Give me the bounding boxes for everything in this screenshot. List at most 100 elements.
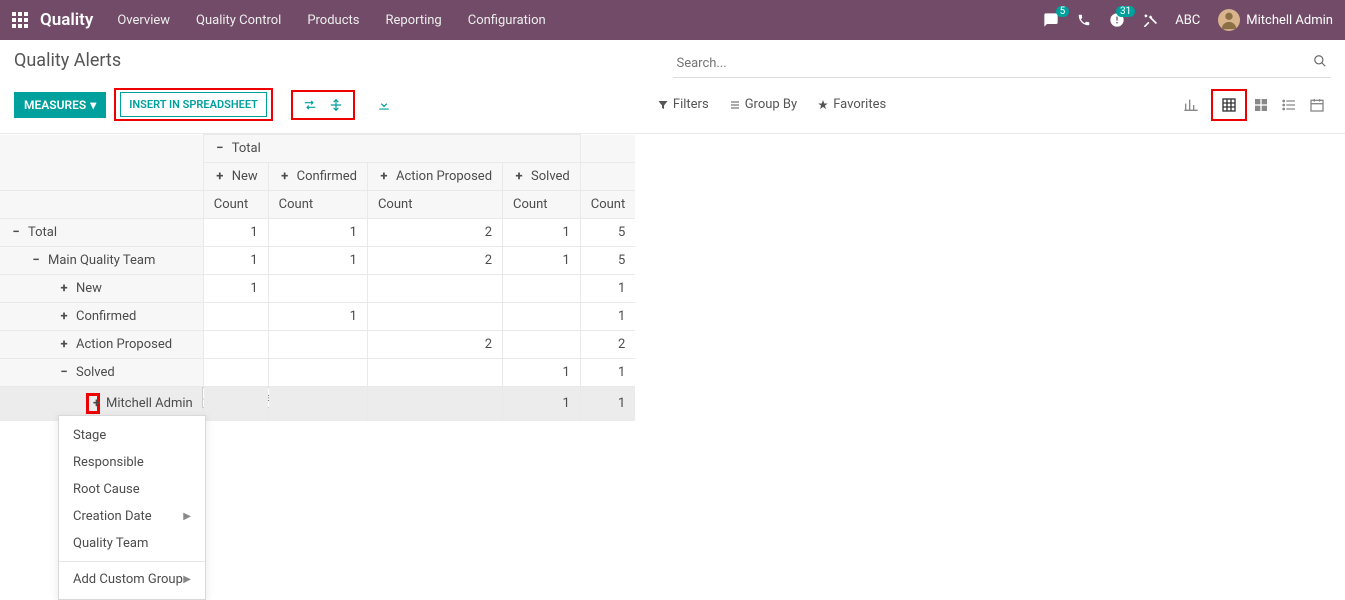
header: Quality Alerts	[0, 40, 1345, 78]
view-graph[interactable]	[1177, 93, 1205, 117]
cell: 2	[580, 331, 635, 359]
row-header[interactable]: +Action Proposed	[0, 331, 203, 359]
cell: 1	[203, 219, 268, 247]
cell	[203, 303, 268, 331]
col-header-confirmed[interactable]: +Confirmed	[268, 163, 367, 191]
cell	[268, 331, 367, 359]
cell: 1	[503, 247, 581, 275]
cell	[268, 387, 367, 421]
dropdown-item[interactable]: Creation Date▶	[59, 503, 205, 530]
nav-reporting[interactable]: Reporting	[386, 13, 442, 28]
insert-spreadsheet-button[interactable]: INSERT IN SPREADSHEET	[120, 92, 267, 117]
table-row: −Solved11	[0, 359, 635, 387]
col-header-total[interactable]: −Total	[203, 135, 580, 163]
toolbar: MEASURES ▾ INSERT IN SPREADSHEET Filters…	[0, 78, 1345, 134]
company-selector[interactable]: ABC	[1175, 13, 1200, 28]
cell: 1	[503, 387, 581, 421]
count-header: Count	[503, 191, 581, 219]
phone-icon[interactable]	[1077, 13, 1091, 27]
count-header: Count	[268, 191, 367, 219]
count-header: Count	[203, 191, 268, 219]
cell: 2	[367, 331, 502, 359]
cell: 5	[580, 247, 635, 275]
cell: 5	[580, 219, 635, 247]
toggle-icon[interactable]: +	[58, 337, 70, 352]
row-header[interactable]: −Main Quality Team	[0, 247, 203, 275]
view-pivot[interactable]	[1215, 93, 1243, 117]
cell	[203, 331, 268, 359]
search-input[interactable]	[673, 50, 1332, 78]
filters-button[interactable]: Filters	[657, 97, 709, 112]
toggle-icon[interactable]: −	[10, 225, 22, 240]
toggle-icon[interactable]: +	[58, 309, 70, 324]
table-row: −Main Quality Team11215	[0, 247, 635, 275]
row-header[interactable]: −Solved	[0, 359, 203, 387]
search-icon[interactable]	[1313, 54, 1327, 68]
table-row: −Total11215	[0, 219, 635, 247]
brand[interactable]: Quality	[40, 10, 93, 30]
top-nav: Quality Overview Quality Control Product…	[0, 0, 1345, 40]
activities-icon[interactable]: 31	[1109, 12, 1125, 28]
cell: 1	[580, 359, 635, 387]
expand-all-button[interactable]	[323, 94, 349, 116]
cell: 1	[268, 219, 367, 247]
cell	[203, 387, 268, 421]
cell	[367, 275, 502, 303]
row-label: Solved	[76, 365, 115, 380]
row-label: Mitchell Admin	[106, 396, 193, 411]
col-header-action-proposed[interactable]: +Action Proposed	[367, 163, 502, 191]
count-header: Count	[580, 191, 635, 219]
nav-configuration[interactable]: Configuration	[468, 13, 546, 28]
chevron-down-icon: ▾	[90, 98, 96, 112]
row-header[interactable]: +Mitchell AdminResponsibleStageResponsib…	[0, 387, 203, 421]
cell	[503, 275, 581, 303]
dropdown-item[interactable]: Quality Team	[59, 530, 205, 557]
cell	[268, 359, 367, 387]
main: −Total +New +Confirmed +Action Proposed …	[0, 134, 1345, 421]
dropdown-item[interactable]: Stage	[59, 422, 205, 449]
favorites-button[interactable]: Favorites	[817, 97, 886, 112]
dropdown-item[interactable]: Responsible	[59, 449, 205, 476]
nav-overview[interactable]: Overview	[117, 13, 170, 28]
group-by-button[interactable]: Group By	[729, 97, 798, 112]
view-list[interactable]	[1275, 93, 1303, 117]
toggle-icon[interactable]: +	[86, 393, 100, 414]
row-label: Confirmed	[76, 309, 136, 324]
row-header[interactable]: −Total	[0, 219, 203, 247]
user-name: Mitchell Admin	[1246, 13, 1333, 28]
col-header-new[interactable]: +New	[203, 163, 268, 191]
chevron-right-icon: ▶	[183, 574, 191, 585]
toggle-icon[interactable]: −	[30, 253, 42, 268]
cell: 2	[367, 219, 502, 247]
nav-products[interactable]: Products	[307, 13, 359, 28]
row-label: New	[76, 281, 102, 296]
dropdown-item[interactable]: Root Cause	[59, 476, 205, 503]
row-label: Main Quality Team	[48, 253, 155, 268]
cell: 1	[580, 275, 635, 303]
cell: 1	[268, 247, 367, 275]
apps-icon[interactable]	[12, 12, 28, 28]
group-dropdown: StageResponsibleRoot CauseCreation Date▶…	[58, 415, 206, 600]
measures-button[interactable]: MEASURES ▾	[14, 92, 106, 118]
flip-axis-button[interactable]	[297, 94, 323, 116]
view-calendar[interactable]	[1303, 93, 1331, 117]
user-menu[interactable]: Mitchell Admin	[1218, 9, 1333, 31]
col-header-solved[interactable]: +Solved	[503, 163, 581, 191]
toggle-icon[interactable]: +	[58, 281, 70, 296]
table-row: +Action Proposed 2 2	[0, 331, 635, 359]
messages-badge: 5	[1056, 6, 1070, 17]
download-button[interactable]	[371, 94, 397, 116]
view-kanban[interactable]	[1247, 93, 1275, 117]
cell	[503, 331, 581, 359]
cell: 1	[268, 303, 367, 331]
cell: 1	[580, 387, 635, 421]
row-header[interactable]: + New	[0, 275, 203, 303]
row-header[interactable]: + Confirmed	[0, 303, 203, 331]
nav-quality-control[interactable]: Quality Control	[196, 13, 281, 28]
tools-icon[interactable]	[1143, 13, 1157, 27]
toggle-icon[interactable]: −	[58, 365, 70, 380]
cell: 1	[503, 219, 581, 247]
add-custom-group[interactable]: Add Custom Group▶	[59, 566, 205, 593]
cell	[367, 359, 502, 387]
messages-icon[interactable]: 5	[1043, 12, 1059, 28]
